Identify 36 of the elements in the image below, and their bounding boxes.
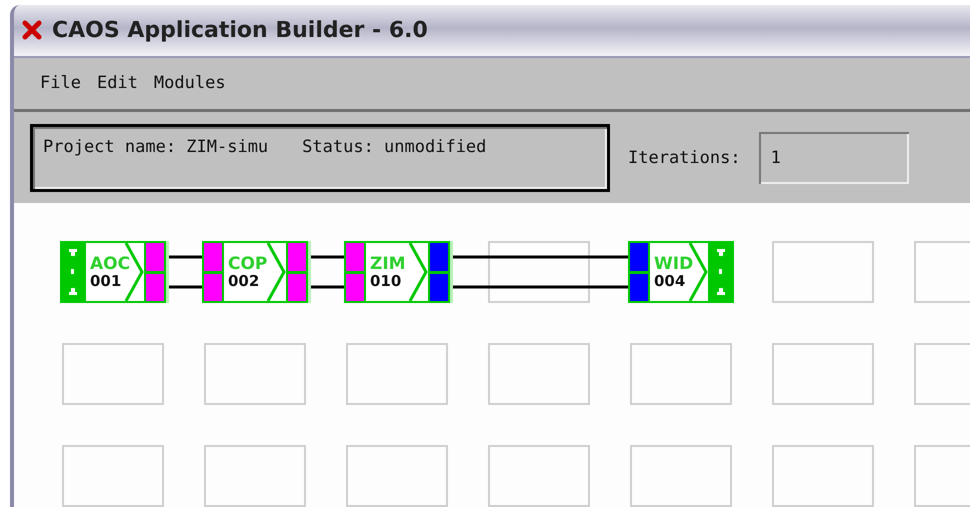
- port[interactable]: [346, 274, 364, 301]
- window-title: CAOS Application Builder - 6.0: [52, 18, 428, 43]
- module-number: 010: [370, 273, 402, 289]
- port[interactable]: [204, 274, 222, 301]
- port[interactable]: [146, 274, 164, 301]
- port[interactable]: [288, 274, 306, 301]
- module-number: 002: [228, 273, 260, 289]
- menu-item[interactable]: Modules: [154, 73, 226, 94]
- port[interactable]: [346, 243, 364, 270]
- module-block[interactable]: ZIM 010: [344, 241, 450, 303]
- module-block[interactable]: WID 004: [628, 241, 734, 303]
- iterations-label: Iterations:: [628, 148, 741, 168]
- module-block[interactable]: AOC 001: [60, 241, 166, 303]
- close-icon[interactable]: [22, 20, 42, 40]
- module-number: 004: [654, 273, 686, 289]
- menu-item[interactable]: Edit: [96, 73, 138, 94]
- port[interactable]: [630, 243, 648, 270]
- module-name: WID: [654, 255, 694, 273]
- module-name: ZIM: [370, 255, 407, 273]
- module-name: AOC: [90, 255, 132, 273]
- module-name: COP: [228, 255, 268, 273]
- iterations-field[interactable]: 1: [758, 132, 909, 184]
- project-status: Status: unmodified: [302, 136, 486, 157]
- module-block[interactable]: COP 002: [202, 241, 308, 303]
- port[interactable]: [430, 243, 448, 270]
- port[interactable]: [204, 243, 222, 270]
- port[interactable]: [430, 274, 448, 301]
- port[interactable]: [630, 274, 648, 301]
- port[interactable]: [146, 243, 164, 270]
- port[interactable]: [288, 243, 306, 270]
- menu-item[interactable]: File: [40, 73, 81, 94]
- chevron-icon: [408, 243, 428, 301]
- project-name: Project name: ZIM-simu: [43, 136, 268, 157]
- module-number: 001: [90, 273, 122, 289]
- chevron-icon: [266, 243, 286, 301]
- empty-slot[interactable]: [488, 241, 590, 303]
